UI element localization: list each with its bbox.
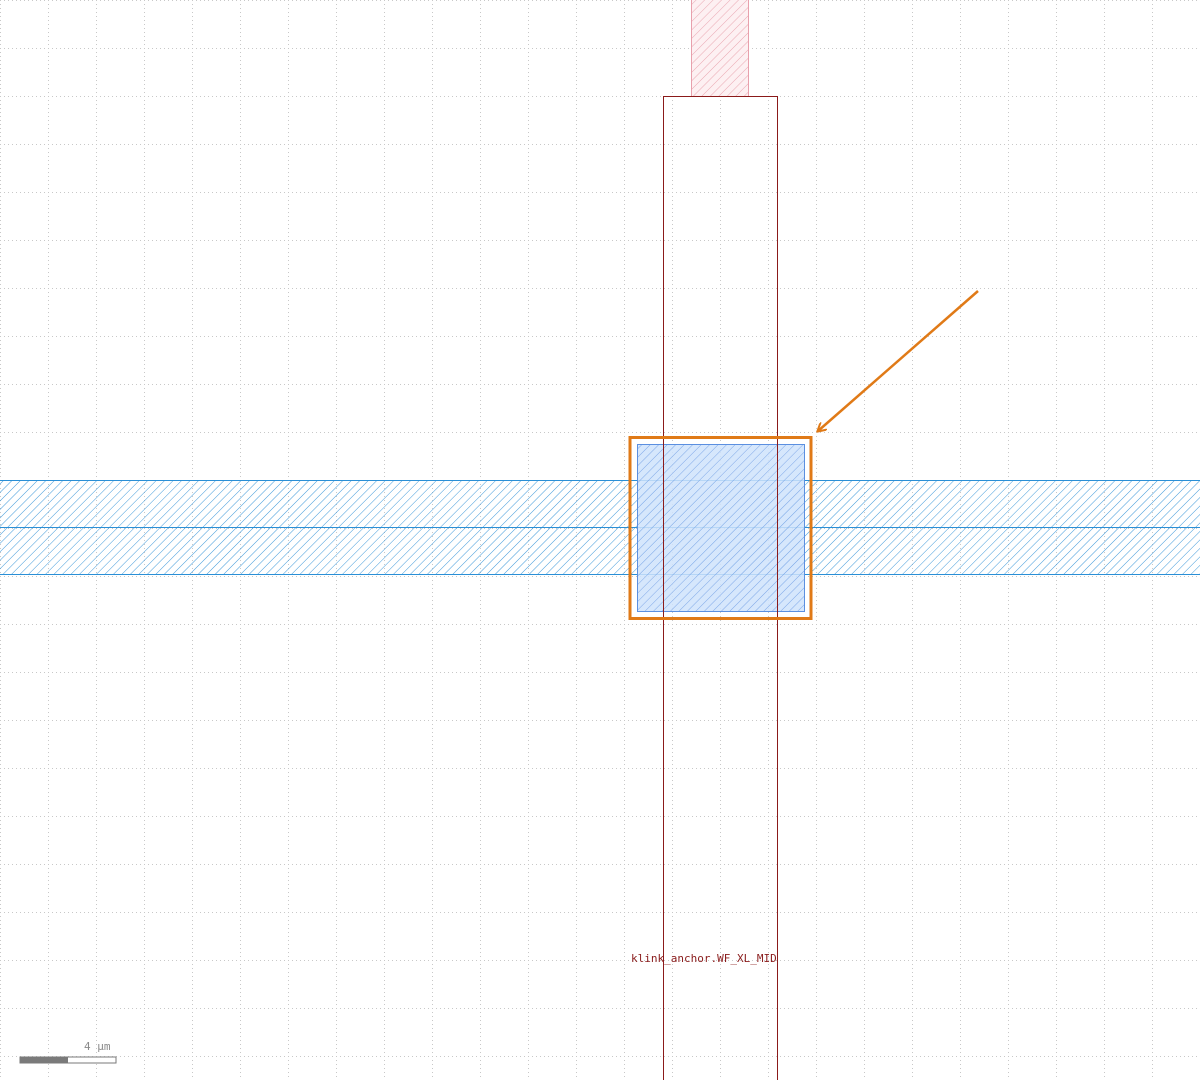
upper-stub-shape[interactable] bbox=[691, 0, 749, 96]
anchor-pad[interactable] bbox=[637, 444, 805, 612]
cell-label: klink_anchor.WF_XL_MID bbox=[631, 952, 777, 965]
waveguide-band[interactable] bbox=[0, 480, 1200, 575]
layout-canvas[interactable]: klink_anchor.WF_XL_MID 4 µm bbox=[0, 0, 1200, 1080]
scale-bar-label: 4 µm bbox=[84, 1040, 111, 1053]
